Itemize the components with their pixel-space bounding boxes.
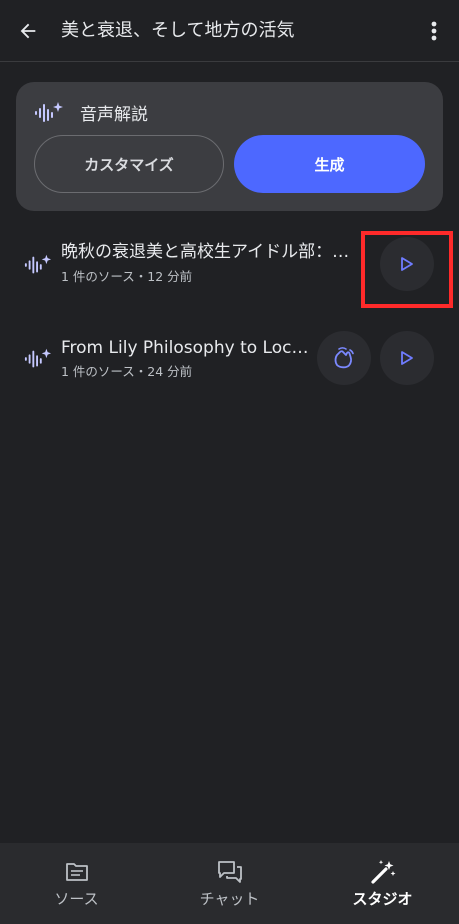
audio-sparkle-icon bbox=[24, 348, 52, 368]
audio-overview-title: 音声解説 bbox=[80, 105, 148, 125]
chat-icon bbox=[217, 859, 243, 885]
play-button[interactable] bbox=[380, 331, 434, 385]
nav-label: ソース bbox=[54, 890, 99, 908]
nav-item-sources[interactable]: ソース bbox=[0, 843, 153, 924]
audio-sparkle-icon bbox=[24, 254, 52, 274]
audio-item-meta: 1 件のソース・24 分前 bbox=[61, 364, 193, 379]
play-icon bbox=[401, 351, 413, 365]
back-button[interactable] bbox=[12, 15, 44, 47]
interactive-hand-icon bbox=[334, 347, 354, 369]
audio-overview-card: 音声解説 カスタマイズ 生成 bbox=[16, 82, 443, 211]
arrow-left-icon bbox=[20, 23, 36, 39]
interactive-mode-button[interactable] bbox=[317, 331, 371, 385]
play-button[interactable] bbox=[380, 237, 434, 291]
generate-button[interactable]: 生成 bbox=[234, 135, 425, 193]
nav-label: スタジオ bbox=[352, 890, 413, 908]
audio-item[interactable]: From Lily Philosophy to Loc… 1 件のソース・24 … bbox=[0, 318, 459, 398]
more-options-button[interactable] bbox=[420, 15, 448, 47]
more-vert-icon bbox=[431, 21, 437, 41]
top-app-bar: 美と衰退、そして地方の活気 bbox=[0, 0, 459, 62]
page-title: 美と衰退、そして地方の活気 bbox=[61, 20, 295, 41]
audio-item-title: 晩秋の衰退美と高校生アイドル部：… bbox=[61, 242, 350, 262]
sources-icon bbox=[64, 859, 90, 885]
nav-item-studio[interactable]: スタジオ bbox=[306, 843, 459, 924]
audio-item[interactable]: 晩秋の衰退美と高校生アイドル部：… 1 件のソース・12 分前 bbox=[0, 222, 459, 302]
customize-button[interactable]: カスタマイズ bbox=[34, 135, 224, 193]
nav-label: チャット bbox=[199, 890, 260, 908]
audio-sparkle-icon bbox=[35, 102, 63, 122]
studio-wand-icon bbox=[370, 859, 396, 885]
nav-item-chat[interactable]: チャット bbox=[153, 843, 306, 924]
audio-item-meta: 1 件のソース・12 分前 bbox=[61, 269, 193, 284]
audio-item-title: From Lily Philosophy to Loc… bbox=[61, 338, 309, 358]
play-icon bbox=[401, 257, 413, 271]
bottom-navigation: ソース チャット スタジオ bbox=[0, 843, 459, 924]
